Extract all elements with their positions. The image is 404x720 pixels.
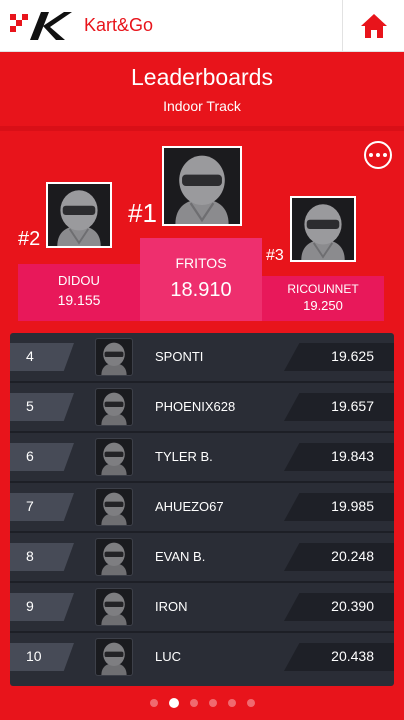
avatar bbox=[95, 338, 133, 376]
page-title: Leaderboards bbox=[131, 64, 273, 90]
helmet-avatar-icon bbox=[101, 592, 127, 625]
row-rank: 7 bbox=[26, 498, 34, 514]
row-name: IRON bbox=[155, 599, 188, 614]
helmet-avatar-icon bbox=[101, 642, 127, 675]
row-name: PHOENIX628 bbox=[155, 399, 236, 414]
row-name: AHUEZO67 bbox=[155, 499, 224, 514]
avatar-third[interactable] bbox=[290, 196, 356, 262]
helmet-avatar-icon bbox=[101, 492, 127, 525]
page-dot[interactable] bbox=[149, 699, 158, 707]
rank-tab bbox=[10, 643, 74, 671]
app-title: Kart&Go bbox=[84, 15, 154, 35]
row-name: TYLER B. bbox=[155, 449, 213, 464]
row-name: LUC bbox=[155, 649, 182, 664]
helmet-avatar-icon bbox=[301, 204, 345, 260]
helmet-avatar-icon bbox=[101, 442, 127, 475]
row-name: SPONTI bbox=[155, 349, 204, 364]
podium-name-third: RICOUNNET bbox=[287, 282, 359, 296]
podium-second[interactable]: DIDOU 19.155 bbox=[18, 264, 140, 321]
avatar bbox=[95, 538, 133, 576]
rank-tab bbox=[10, 343, 74, 371]
more-options-icon-dot bbox=[383, 153, 387, 157]
row-rank: 5 bbox=[26, 398, 34, 414]
helmet-avatar-icon bbox=[101, 392, 127, 425]
row-time: 20.390 bbox=[331, 598, 374, 614]
page-dot[interactable] bbox=[189, 699, 198, 707]
podium-third[interactable]: RICOUNNET 19.250 bbox=[262, 276, 384, 321]
row-rank: 9 bbox=[26, 598, 34, 614]
list-item[interactable]: 9 IRON 20.390 bbox=[10, 583, 394, 633]
home-icon bbox=[360, 14, 387, 38]
podium-name-first: FRITOS bbox=[175, 255, 227, 271]
list-item[interactable]: 8 EVAN B. 20.248 bbox=[10, 533, 394, 583]
row-rank: 10 bbox=[26, 648, 42, 664]
list-item[interactable]: 6 TYLER B. 19.843 bbox=[10, 433, 394, 483]
row-rank: 6 bbox=[26, 448, 34, 464]
row-rank: 4 bbox=[26, 348, 34, 364]
rank-tab bbox=[10, 543, 74, 571]
page-indicator bbox=[0, 696, 404, 710]
page-dot-active[interactable] bbox=[168, 698, 179, 708]
row-time: 19.657 bbox=[331, 398, 374, 414]
rank-tab bbox=[10, 593, 74, 621]
row-rank: 8 bbox=[26, 548, 34, 564]
more-options-icon-dot bbox=[376, 153, 380, 157]
list-item[interactable]: 7 AHUEZO67 19.985 bbox=[10, 483, 394, 533]
helmet-avatar-icon bbox=[101, 542, 127, 575]
rank-label-second: #2 bbox=[18, 228, 41, 250]
row-time: 20.438 bbox=[331, 648, 374, 664]
row-time: 19.625 bbox=[331, 348, 374, 364]
page-dot[interactable] bbox=[246, 699, 255, 707]
list-item[interactable]: 5 PHOENIX628 19.657 bbox=[10, 383, 394, 433]
podium-first[interactable]: FRITOS 18.910 bbox=[140, 238, 262, 321]
helmet-avatar-icon bbox=[57, 190, 101, 246]
page-dot[interactable] bbox=[227, 699, 236, 707]
rank-label-third: #3 bbox=[266, 247, 284, 264]
page-subtitle: Indoor Track bbox=[163, 98, 241, 114]
app-bar: Kart&Go bbox=[0, 0, 404, 52]
list-item[interactable]: 10 LUC 20.438 bbox=[10, 633, 394, 681]
row-name: EVAN B. bbox=[155, 549, 206, 564]
rank-label-first: #1 bbox=[128, 198, 157, 228]
header-divider bbox=[0, 126, 404, 131]
more-options-button[interactable] bbox=[364, 141, 392, 169]
more-options-icon-dot bbox=[369, 153, 373, 157]
helmet-avatar-icon bbox=[101, 342, 127, 375]
page-dot[interactable] bbox=[208, 699, 217, 707]
avatar-first[interactable] bbox=[162, 146, 242, 226]
leaderboard-list[interactable]: 4 SPONTI 19.625 5 PHOENIX628 19.657 6 TY… bbox=[10, 333, 394, 686]
row-time: 19.843 bbox=[331, 448, 374, 464]
avatar-second[interactable] bbox=[46, 182, 112, 248]
home-button[interactable] bbox=[342, 0, 404, 52]
row-time: 20.248 bbox=[331, 548, 374, 564]
avatar bbox=[95, 638, 133, 676]
rank-tab bbox=[10, 393, 74, 421]
podium-time-first: 18.910 bbox=[170, 279, 232, 301]
avatar bbox=[95, 588, 133, 626]
podium-time-second: 19.155 bbox=[57, 292, 101, 308]
podium-time-third: 19.250 bbox=[303, 298, 343, 313]
helmet-avatar-icon bbox=[175, 155, 229, 224]
avatar bbox=[95, 388, 133, 426]
rank-tab bbox=[10, 443, 74, 471]
kart-and-go-logo[interactable] bbox=[10, 11, 72, 41]
list-item[interactable]: 4 SPONTI 19.625 bbox=[10, 333, 394, 383]
podium-name-second: DIDOU bbox=[58, 273, 100, 288]
avatar bbox=[95, 488, 133, 526]
rank-tab bbox=[10, 493, 74, 521]
row-time: 19.985 bbox=[331, 498, 374, 514]
avatar bbox=[95, 438, 133, 476]
